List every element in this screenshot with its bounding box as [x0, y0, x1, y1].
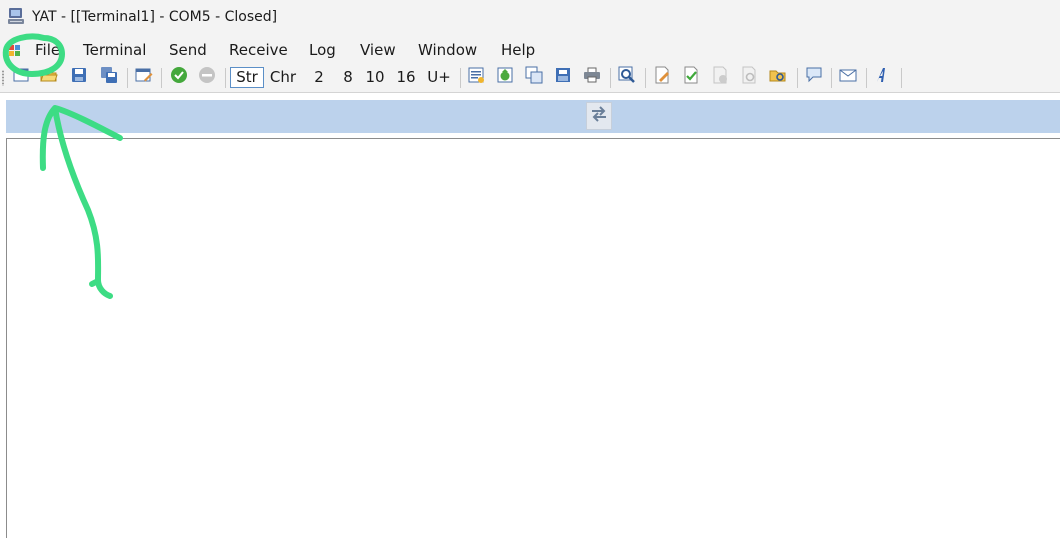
paste-commands-icon	[554, 66, 572, 88]
menu-view[interactable]: View	[360, 41, 396, 59]
copy-commands-icon	[525, 66, 543, 88]
toolbar-separator	[645, 68, 646, 88]
window-title: YAT - [[Terminal1] - COM5 - Closed]	[32, 9, 278, 25]
mail-icon	[839, 66, 857, 88]
menu-send[interactable]: Send	[169, 41, 207, 59]
find-icon	[618, 66, 636, 88]
open-folder-icon	[40, 66, 58, 88]
printer-icon	[583, 66, 601, 88]
panel-header-band	[6, 100, 1060, 133]
paste-commands-button[interactable]	[552, 66, 574, 88]
log-view-button[interactable]	[738, 66, 760, 88]
print-button[interactable]	[581, 66, 603, 88]
toolbar-separator	[225, 68, 226, 88]
menu-receive[interactable]: Receive	[229, 41, 288, 59]
find-button[interactable]	[616, 66, 638, 88]
mdi-document-icon[interactable]	[8, 43, 22, 57]
save-all-button[interactable]	[98, 66, 120, 88]
toolbar: Str Chr 2 8 10 16 U+	[0, 64, 1060, 93]
yat-app-icon	[7, 7, 25, 25]
command-list-icon	[467, 66, 485, 88]
save-icon	[70, 66, 88, 88]
font-button[interactable]	[872, 66, 894, 88]
toolbar-separator	[161, 68, 162, 88]
log-on-button[interactable]	[680, 66, 702, 88]
radix-oct-button[interactable]: 8	[339, 67, 357, 88]
save-all-icon	[100, 66, 118, 88]
log-view-icon	[740, 66, 758, 88]
chat-button[interactable]	[803, 66, 825, 88]
new-terminal-button[interactable]	[10, 66, 32, 88]
radix-str-button[interactable]: Str	[230, 67, 264, 88]
copy-commands-button[interactable]	[523, 66, 545, 88]
new-terminal-icon	[12, 66, 30, 88]
swap-panels-button[interactable]	[586, 102, 612, 130]
save-button[interactable]	[68, 66, 90, 88]
toolbar-separator	[460, 68, 461, 88]
title-bar: YAT - [[Terminal1] - COM5 - Closed]	[0, 0, 1060, 36]
font-icon	[874, 66, 892, 88]
log-check-icon	[682, 66, 700, 88]
radix-hex-button[interactable]: 16	[394, 67, 418, 88]
radix-chr-button[interactable]: Chr	[268, 67, 298, 88]
radix-unicode-button[interactable]: U+	[425, 67, 453, 88]
toolbar-separator	[901, 68, 902, 88]
log-off-button[interactable]	[709, 66, 731, 88]
terminal-settings-button[interactable]	[133, 66, 155, 88]
toolbar-separator	[797, 68, 798, 88]
swap-panels-icon	[589, 104, 609, 128]
close-port-button[interactable]	[196, 66, 218, 88]
log-off-icon	[711, 66, 729, 88]
menu-bar: File Terminal Send Receive Log View Wind…	[0, 36, 1060, 64]
open-button[interactable]	[38, 66, 60, 88]
speech-bubble-icon	[805, 66, 823, 88]
send-mail-button[interactable]	[837, 66, 859, 88]
log-edit-icon	[653, 66, 671, 88]
log-settings-button[interactable]	[651, 66, 673, 88]
toolbar-separator	[866, 68, 867, 88]
log-folder-button[interactable]	[767, 66, 789, 88]
menu-file[interactable]: File	[35, 41, 60, 59]
toolbar-grip[interactable]	[2, 70, 4, 86]
menu-terminal[interactable]: Terminal	[83, 41, 146, 59]
toolbar-separator	[610, 68, 611, 88]
predefined-commands-button[interactable]	[465, 66, 487, 88]
open-port-icon	[170, 66, 188, 88]
terminal-content-area[interactable]	[6, 138, 1060, 538]
open-port-button[interactable]	[168, 66, 190, 88]
toolbar-separator	[127, 68, 128, 88]
log-folder-icon	[769, 66, 787, 88]
toolbar-separator	[831, 68, 832, 88]
menu-log[interactable]: Log	[309, 41, 336, 59]
menu-window[interactable]: Window	[418, 41, 477, 59]
radix-dec-button[interactable]: 10	[363, 67, 387, 88]
refresh-commands-button[interactable]	[494, 66, 516, 88]
radix-bin-button[interactable]: 2	[310, 67, 328, 88]
refresh-commands-icon	[496, 66, 514, 88]
terminal-settings-icon	[135, 66, 153, 88]
close-port-icon	[198, 66, 216, 88]
menu-help[interactable]: Help	[501, 41, 535, 59]
